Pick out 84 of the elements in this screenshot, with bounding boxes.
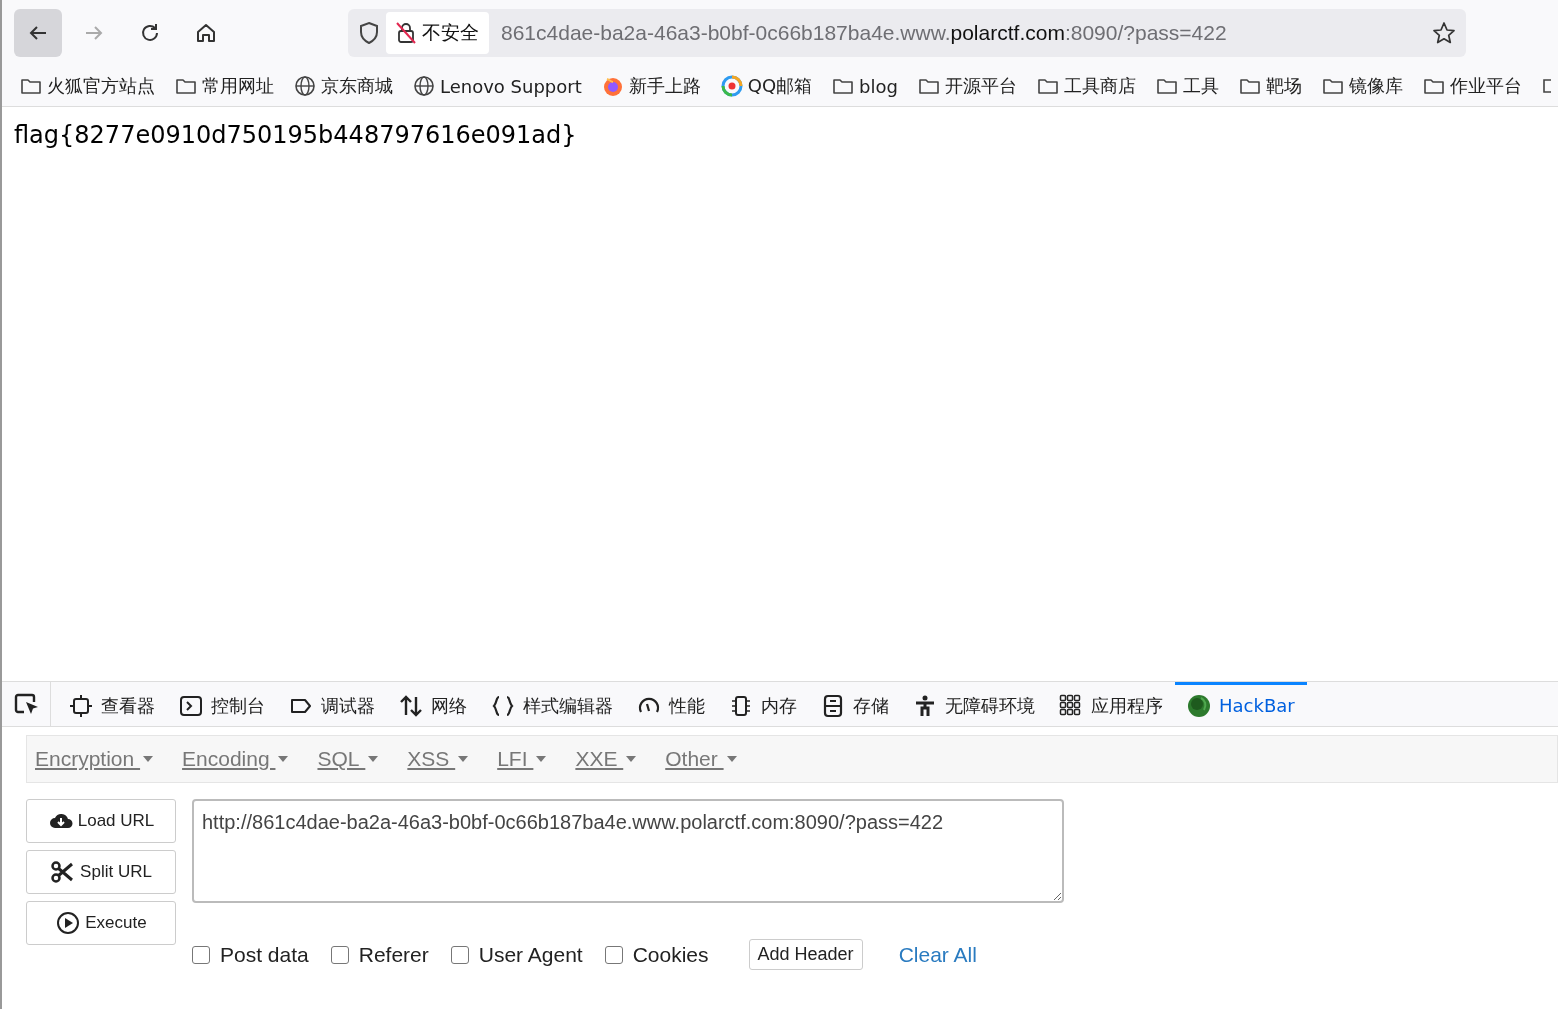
option-checkbox[interactable]: Post data xyxy=(192,942,309,967)
devtools-tab[interactable]: 应用程序 xyxy=(1047,682,1175,726)
menu-dropdown[interactable]: XSS xyxy=(407,747,470,771)
storage-icon xyxy=(821,693,845,718)
inspector-icon xyxy=(69,693,93,718)
option-checkbox[interactable]: Cookies xyxy=(604,942,709,967)
accessibility-icon xyxy=(913,693,937,718)
reload-icon xyxy=(139,22,161,44)
folder-icon xyxy=(1238,76,1261,96)
devtools-tab[interactable]: 调试器 xyxy=(277,682,387,726)
chip-icon xyxy=(729,693,753,718)
address-bar[interactable]: 不安全 861c4dae-ba2a-46a3-b0bf-0c66b187ba4e.www.polarctf.com:8090/?pass=422 xyxy=(348,9,1466,57)
bookmark-item[interactable]: 火狐官方站点 xyxy=(20,74,155,98)
caret-icon xyxy=(535,755,548,763)
bookmark-item[interactable]: 常用网址 xyxy=(175,74,274,98)
colorful-ring-icon xyxy=(720,75,743,97)
devtools-tab[interactable]: 内存 xyxy=(717,682,809,726)
clear-all-link[interactable]: Clear All xyxy=(898,942,977,967)
devtools-tab[interactable]: 存储 xyxy=(809,682,901,726)
fox-globe-icon xyxy=(601,75,624,97)
devtools-tab[interactable]: 性能 xyxy=(625,682,717,726)
option-checkbox[interactable]: User Agent xyxy=(450,942,583,967)
bookmark-item[interactable]: blog xyxy=(832,75,898,97)
folder-icon xyxy=(832,76,855,96)
folder-icon xyxy=(1155,76,1178,96)
bookmark-item[interactable]: 靶场 xyxy=(1238,74,1302,98)
globe-icon xyxy=(294,75,316,97)
star-icon[interactable] xyxy=(1432,21,1456,45)
bookmark-item[interactable]: 工具商店 xyxy=(1036,74,1136,98)
bookmark-item[interactable]: 镜像库 xyxy=(1321,74,1403,98)
url-input-field[interactable]: http://861c4dae-ba2a-46a3-b0bf-0c66b187ba4e.www.polarctf.com:8090/?pass=422 xyxy=(192,799,1064,903)
url-text: 861c4dae-ba2a-46a3-b0bf-0c66b187ba4e.www.polarctf.com:8090/?pass=422 xyxy=(501,21,1228,45)
hackbar-button[interactable]: Split URL xyxy=(26,850,176,894)
grid-icon xyxy=(1059,693,1083,718)
menu-dropdown[interactable]: Other xyxy=(665,747,738,771)
bookmark-item[interactable]: 工具 xyxy=(1155,74,1219,98)
braces-icon xyxy=(491,693,515,718)
menu-dropdown[interactable]: XXE xyxy=(575,747,638,771)
folder-icon xyxy=(917,76,940,96)
caret-icon xyxy=(725,755,738,763)
globe-icon xyxy=(413,75,435,97)
cursor-in-box-icon xyxy=(14,692,40,716)
menu-dropdown[interactable]: LFI xyxy=(497,747,548,771)
shield-icon xyxy=(358,21,380,45)
bookmark-item[interactable]: QQ邮箱 xyxy=(720,74,813,98)
bookmark-item[interactable]: 新手上路 xyxy=(601,74,701,98)
folder-icon xyxy=(20,76,42,96)
folder-icon xyxy=(1036,76,1059,96)
devtools-tab[interactable]: 无障碍环境 xyxy=(901,682,1047,726)
flag-text: flag{8277e0910d750195b448797616e091ad} xyxy=(14,121,578,149)
menu-dropdown[interactable]: SQL xyxy=(317,747,380,771)
home-icon xyxy=(195,22,217,44)
folder-icon xyxy=(1422,76,1445,96)
bookmark-item[interactable]: 开源平台 xyxy=(917,74,1017,98)
back-button[interactable] xyxy=(14,9,62,57)
devtools-tab[interactable]: 控制台 xyxy=(167,682,277,726)
folder-icon[interactable] xyxy=(1541,76,1552,96)
devtools-tab[interactable]: 查看器 xyxy=(57,682,167,726)
play-circle-icon xyxy=(55,911,82,935)
globe-logo-icon xyxy=(1187,693,1211,718)
up-down-arrows-icon xyxy=(399,693,423,718)
option-checkbox[interactable]: Referer xyxy=(330,942,429,967)
menu-dropdown[interactable]: Encryption xyxy=(35,747,155,771)
crossed-lock-icon xyxy=(396,22,416,44)
caret-icon xyxy=(457,755,470,763)
folder-icon xyxy=(175,76,197,96)
element-picker-button[interactable] xyxy=(14,682,51,726)
add-header-button[interactable]: Add Header xyxy=(748,939,863,970)
caret-icon xyxy=(277,755,290,763)
security-indicator[interactable]: 不安全 xyxy=(386,12,489,54)
console-icon xyxy=(179,693,203,718)
folder-icon xyxy=(1321,76,1344,96)
hackbar-button[interactable]: Execute xyxy=(26,901,176,945)
bookmark-item[interactable]: 京东商城 xyxy=(294,74,393,98)
caret-icon xyxy=(142,755,155,763)
caret-icon xyxy=(625,755,638,763)
security-label: 不安全 xyxy=(422,20,479,45)
hackbar-button[interactable]: Load URL xyxy=(26,799,176,843)
caret-icon xyxy=(367,755,380,763)
menu-dropdown[interactable]: Encoding xyxy=(182,747,290,771)
bookmark-item[interactable]: 作业平台 xyxy=(1422,74,1522,98)
devtools-tab[interactable]: 样式编辑器 xyxy=(479,682,625,726)
bookmark-item[interactable]: Lenovo Support xyxy=(413,75,582,97)
devtools-tab[interactable]: 网络 xyxy=(387,682,479,726)
